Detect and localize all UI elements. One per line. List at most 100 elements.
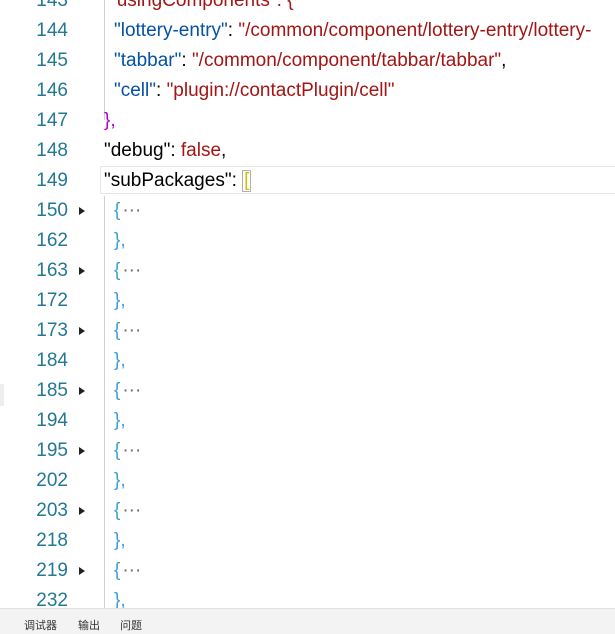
code-text: {··· <box>114 496 141 526</box>
code-line[interactable]: 218 }, <box>0 526 615 556</box>
line-number: 194 <box>36 410 68 431</box>
fold-expand-icon[interactable] <box>79 567 85 575</box>
line-number: 184 <box>36 350 68 371</box>
code-line[interactable]: 184 }, <box>0 346 615 376</box>
line-number: 162 <box>36 230 68 251</box>
bottom-panel-tabs: 调试器 输出 问题 <box>0 608 615 634</box>
folded-ellipsis[interactable]: ··· <box>122 500 141 521</box>
line-number: 218 <box>36 530 68 551</box>
open-brace: { <box>114 380 121 401</box>
code-line[interactable]: 202 }, <box>0 466 615 496</box>
code-line[interactable]: 194 }, <box>0 406 615 436</box>
json-separator: : <box>170 140 181 161</box>
json-key: "debug" <box>104 140 171 161</box>
code-line[interactable]: 203 {··· <box>0 496 615 526</box>
closing-brace: }, <box>114 470 126 491</box>
line-number: 143 <box>36 0 68 11</box>
fold-expand-icon[interactable] <box>79 447 85 455</box>
code-line[interactable]: 219 {··· <box>0 556 615 586</box>
code-line[interactable]: 232 }, <box>0 586 615 608</box>
line-number: 203 <box>36 500 68 521</box>
code-line[interactable]: 149 "subPackages": [ <box>0 166 615 196</box>
json-separator: : <box>156 80 167 101</box>
tab-output[interactable]: 输出 <box>78 619 100 633</box>
line-number: 144 <box>36 20 68 41</box>
code-text: {··· <box>114 436 141 466</box>
code-text: "tabbar": "/common/component/tabbar/tabb… <box>114 46 506 76</box>
code-editor[interactable]: 143 "usingComponents": { 144 "lottery-en… <box>0 0 615 608</box>
code-text: "lottery-entry": "/common/component/lott… <box>114 16 591 46</box>
code-text: {··· <box>114 316 141 346</box>
json-comma: , <box>501 50 507 71</box>
json-value: "plugin://contactPlugin/cell" <box>166 80 395 101</box>
line-number: 195 <box>36 440 68 461</box>
folded-ellipsis[interactable]: ··· <box>122 560 141 581</box>
json-separator: : <box>227 20 239 41</box>
code-text: {··· <box>114 376 141 406</box>
line-number: 232 <box>36 590 68 608</box>
fold-expand-icon[interactable] <box>79 207 85 215</box>
code-line[interactable]: 163 {··· <box>0 256 615 286</box>
open-brace: { <box>114 200 121 221</box>
closing-brace: }, <box>114 230 126 251</box>
closing-brace: }, <box>114 290 126 311</box>
line-number: 149 <box>36 170 68 191</box>
code-line[interactable]: 150 {··· <box>0 196 615 226</box>
json-key: "subPackages" <box>104 170 232 191</box>
line-number: 147 <box>36 110 68 131</box>
line-number: 172 <box>36 290 68 311</box>
folded-ellipsis[interactable]: ··· <box>122 200 141 221</box>
code-line[interactable]: 144 "lottery-entry": "/common/component/… <box>0 16 615 46</box>
code-text: {··· <box>114 556 141 586</box>
line-number: 150 <box>36 200 68 221</box>
folded-ellipsis[interactable]: ··· <box>122 260 141 281</box>
json-separator: : <box>231 170 243 191</box>
json-value: false <box>180 140 222 161</box>
code-text: {··· <box>114 256 141 286</box>
code-line[interactable]: 185 {··· <box>0 376 615 406</box>
code-line[interactable]: 143 "usingComponents": { <box>0 0 615 16</box>
open-brace: { <box>114 320 121 341</box>
folded-ellipsis[interactable]: ··· <box>122 380 141 401</box>
line-number: 146 <box>36 80 68 101</box>
closing-brace: }, <box>114 410 126 431</box>
fold-expand-icon[interactable] <box>79 387 85 395</box>
fold-expand-icon[interactable] <box>79 267 85 275</box>
code-text: "usingComponents": { <box>110 0 294 11</box>
folded-ellipsis[interactable]: ··· <box>122 320 141 341</box>
open-brace: { <box>114 500 121 521</box>
code-line[interactable]: 162 }, <box>0 226 615 256</box>
line-number: 145 <box>36 50 68 71</box>
tab-problems[interactable]: 问题 <box>120 619 142 633</box>
tab-debugger[interactable]: 调试器 <box>24 619 57 633</box>
line-number: 219 <box>36 560 68 581</box>
code-line[interactable]: 147 }, <box>0 106 615 136</box>
json-value: "/common/component/lottery-entry/lottery… <box>238 20 592 41</box>
code-text: "cell": "plugin://contactPlugin/cell" <box>114 76 394 106</box>
folded-ellipsis[interactable]: ··· <box>122 440 141 461</box>
fold-expand-icon[interactable] <box>79 507 85 515</box>
closing-brace: }, <box>114 530 126 551</box>
json-key: "cell" <box>114 80 156 101</box>
matched-bracket[interactable]: [ <box>242 169 252 192</box>
line-number: 148 <box>36 140 68 161</box>
json-separator: : <box>181 50 192 71</box>
code-line[interactable]: 195 {··· <box>0 436 615 466</box>
json-key: "tabbar" <box>114 50 182 71</box>
code-line[interactable]: 173 {··· <box>0 316 615 346</box>
open-brace: { <box>114 440 121 461</box>
line-number: 163 <box>36 260 68 281</box>
line-number: 173 <box>36 320 68 341</box>
open-brace: { <box>114 560 121 581</box>
closing-brace: }, <box>104 110 116 131</box>
code-text: "debug": false, <box>104 136 226 166</box>
fold-expand-icon[interactable] <box>79 327 85 335</box>
code-line[interactable]: 172 }, <box>0 286 615 316</box>
json-value: "/common/component/tabbar/tabbar" <box>191 50 502 71</box>
code-text: "subPackages": [ <box>104 166 252 196</box>
code-line[interactable]: 145 "tabbar": "/common/component/tabbar/… <box>0 46 615 76</box>
code-line[interactable]: 148 "debug": false, <box>0 136 615 166</box>
code-line[interactable]: 146 "cell": "plugin://contactPlugin/cell… <box>0 76 615 106</box>
json-key: "lottery-entry" <box>114 20 228 41</box>
line-number: 185 <box>36 380 68 401</box>
